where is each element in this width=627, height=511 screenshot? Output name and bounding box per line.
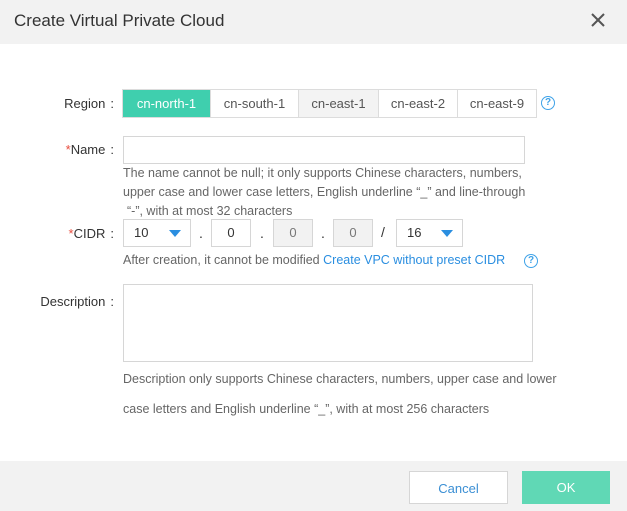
cidr-octet3-input: 0: [273, 219, 313, 247]
name-input[interactable]: [123, 136, 525, 164]
name-label: *Name:: [65, 142, 114, 157]
cidr-help-icon[interactable]: ?: [524, 254, 538, 268]
cidr-slash: /: [381, 224, 385, 240]
region-option-cn-east-9[interactable]: cn-east-9: [458, 90, 536, 117]
chevron-down-icon: [441, 230, 453, 237]
region-option-cn-north-1[interactable]: cn-north-1: [123, 90, 211, 117]
cancel-button[interactable]: Cancel: [409, 471, 508, 504]
description-textarea[interactable]: [123, 284, 533, 362]
name-hint: The name cannot be null; it only support…: [123, 166, 526, 218]
cidr-octet4-input: 0: [333, 219, 373, 247]
region-help-icon[interactable]: ?: [541, 96, 555, 110]
region-label: Region:: [64, 96, 114, 111]
cidr-mask-select[interactable]: 16: [396, 219, 463, 247]
ok-button[interactable]: OK: [522, 471, 610, 504]
cidr-octet2-input[interactable]: 0: [211, 219, 251, 247]
cidr-hint: After creation, it cannot be modified Cr…: [123, 253, 506, 267]
description-hint: Description only supports Chinese charac…: [123, 372, 557, 416]
region-option-cn-east-1[interactable]: cn-east-1: [299, 90, 379, 117]
dialog-header: Create Virtual Private Cloud: [0, 0, 627, 44]
chevron-down-icon: [169, 230, 181, 237]
region-option-cn-east-2[interactable]: cn-east-2: [379, 90, 458, 117]
description-label: Description:: [40, 294, 114, 309]
dialog-title: Create Virtual Private Cloud: [14, 11, 225, 30]
region-selector: cn-north-1 cn-south-1 cn-east-1 cn-east-…: [122, 89, 537, 118]
region-option-cn-south-1[interactable]: cn-south-1: [211, 90, 299, 117]
cidr-label: *CIDR:: [68, 226, 114, 241]
create-vpc-without-cidr-link[interactable]: Create VPC without preset CIDR: [323, 253, 505, 267]
cidr-octet1-select[interactable]: 10: [123, 219, 191, 247]
close-icon[interactable]: [588, 10, 608, 30]
